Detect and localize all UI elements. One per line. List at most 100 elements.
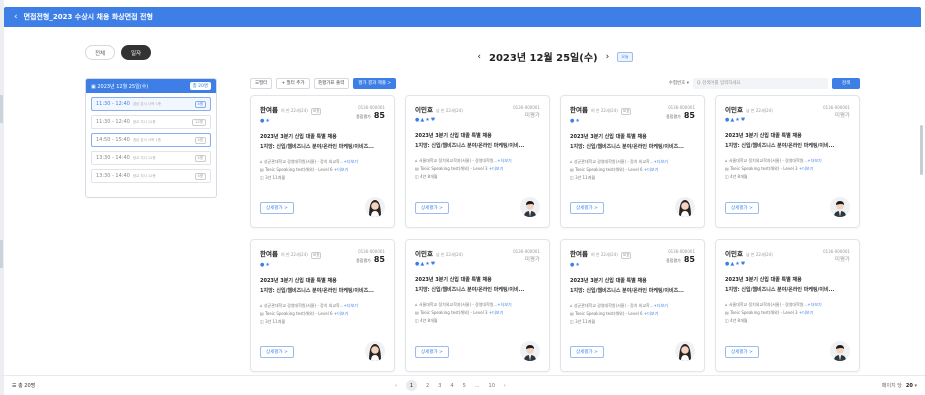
avatar bbox=[520, 341, 540, 361]
detail-eval-button[interactable]: 상세평가 > bbox=[725, 202, 759, 214]
detail-eval-button[interactable]: 상세평가 > bbox=[725, 346, 759, 358]
detail-eval-button[interactable]: 상세평가 > bbox=[570, 202, 604, 214]
today-button[interactable]: 오늘 bbox=[617, 51, 633, 62]
detail-eval-button[interactable]: 상세평가 > bbox=[415, 202, 449, 214]
school-more-link[interactable]: +더보기 bbox=[497, 302, 511, 307]
candidate-meta: 남 만 22세(24) bbox=[745, 252, 773, 257]
toeic-more-link[interactable]: +더보기 bbox=[334, 167, 348, 172]
avatar bbox=[520, 197, 540, 217]
current-date: 2023년 12월 25일(수) bbox=[489, 53, 598, 64]
candidate-meta: 남 만 22세(24) bbox=[435, 252, 463, 257]
toeic-more-link[interactable]: +더보기 bbox=[334, 311, 348, 316]
experience-text: 3년 11개월 bbox=[265, 319, 286, 324]
prev-page-button[interactable]: ‹ bbox=[395, 383, 397, 389]
school-more-link[interactable]: +더보기 bbox=[654, 159, 668, 164]
candidate-card[interactable]: 이민호 남 만 22세(24) 0136-000001 미평가 ●▲★♥ 2023… bbox=[715, 239, 860, 372]
page-title: 면접전형_2023 수상시 채용 화상면접 전형 bbox=[23, 13, 153, 21]
page-button[interactable]: 3 bbox=[438, 383, 441, 389]
view-all-button[interactable]: 전체 bbox=[85, 45, 115, 60]
toeic-more-link[interactable]: +더보기 bbox=[799, 310, 813, 315]
next-date-button[interactable]: › bbox=[606, 52, 610, 62]
candidate-badge: 모표 bbox=[310, 252, 322, 259]
candidate-info: ⌂ 서울대학교 정치외교학과(서울) - 경영대학원...+더보기 ▤ Toei… bbox=[725, 301, 850, 325]
candidate-card[interactable]: 한여름 여 만 22세(24) 모표 0136-000001 종합평가 85 ●★ 2… bbox=[250, 239, 395, 372]
add-filter-button[interactable]: + 필터 추가 bbox=[276, 77, 310, 89]
school-more-link[interactable]: +더보기 bbox=[654, 303, 668, 308]
search-input[interactable]: Q 검색어를 입력하세요 bbox=[693, 77, 828, 89]
school-more-link[interactable]: +더보기 bbox=[807, 158, 821, 163]
school-more-link[interactable]: +더보기 bbox=[807, 302, 821, 307]
prev-date-button[interactable]: ‹ bbox=[477, 52, 481, 62]
avatar bbox=[830, 341, 850, 361]
candidate-badge: 모표 bbox=[310, 108, 322, 115]
time-slot[interactable]: 11:30 - 12:40 광교 지사 12층 12명 bbox=[91, 115, 211, 129]
score-label: 종합평가 bbox=[666, 114, 681, 119]
toeic-text: Toeic Speaking test(해외) - Level 3 bbox=[730, 166, 798, 171]
time-slot[interactable]: 14:50 - 15:40 경남 본사 사옥 1층 4명 bbox=[91, 133, 211, 147]
time-slot[interactable]: 13:30 - 14:40 광교 지사 12층 4명 bbox=[91, 151, 211, 165]
next-page-button[interactable]: › bbox=[504, 383, 506, 389]
school-text: 성균관대학교 경영대학원(서울) - 정치 외교학... bbox=[263, 303, 344, 308]
search-button[interactable]: 검색 bbox=[832, 77, 860, 89]
candidate-meta: 여 만 22세(24) bbox=[590, 252, 618, 257]
per-page-select[interactable]: 20 bbox=[906, 383, 913, 389]
candidate-card[interactable]: 한여름 여 만 22세(24) 모표 0136-000001 종합평가 85 ●★ 2… bbox=[250, 95, 395, 228]
slot-count: 4명 bbox=[194, 100, 206, 108]
toeic-more-link[interactable]: +더보기 bbox=[644, 311, 658, 316]
candidate-name: 한여름 bbox=[570, 106, 588, 114]
submit-results-button[interactable]: 평가 결과 제출 > bbox=[353, 77, 397, 89]
detail-eval-button[interactable]: 상세평가 > bbox=[260, 202, 294, 214]
school-more-link[interactable]: +더보기 bbox=[344, 159, 358, 164]
candidate-card[interactable]: 이민호 남 만 22세(24) 0136-000001 미평가 ●▲★♥ 2023… bbox=[405, 95, 550, 228]
candidate-number: 0136-000001 bbox=[358, 249, 385, 254]
scrollbar[interactable] bbox=[920, 125, 923, 175]
view-daily-button[interactable]: 일자 bbox=[121, 45, 151, 60]
candidate-info: ⌂ 서울대학교 정치외교학과(서울) - 경영대학원...+더보기 ▤ Toei… bbox=[415, 157, 540, 181]
candidate-meta: 여 만 22세(24) bbox=[280, 108, 308, 113]
slot-count: 12명 bbox=[192, 118, 206, 126]
job-desc: 1지망: 신입/웹비즈니스 분야/온라인 마케팅/이비... bbox=[415, 287, 525, 293]
job-title: 2023년 3분기 신입 대졸 특별 채용 bbox=[570, 134, 647, 140]
detail-eval-button[interactable]: 상세평가 > bbox=[260, 346, 294, 358]
slot-place: 광교 지사 12층 bbox=[132, 120, 156, 124]
export-button[interactable]: ⎘ 평가표 출력 bbox=[313, 77, 350, 89]
experience-text: 3년 11개월 bbox=[265, 175, 286, 180]
candidate-meta: 여 만 22세(24) bbox=[590, 108, 618, 113]
candidate-badge: 모표 bbox=[620, 252, 632, 259]
candidate-card[interactable]: 이민호 남 만 22세(24) 0136-000001 미평가 ●▲★♥ 2023… bbox=[405, 239, 550, 372]
page-button[interactable]: 1 bbox=[406, 380, 417, 391]
page-header: ‹ 면접전형_2023 수상시 채용 화상면접 전형 bbox=[4, 7, 921, 27]
job-title: 2023년 3분기 신입 대졸 특별 채용 bbox=[415, 133, 492, 139]
toeic-more-link[interactable]: +더보기 bbox=[799, 166, 813, 171]
detail-eval-button[interactable]: 상세평가 > bbox=[415, 346, 449, 358]
job-title: 2023년 3분기 신입 대졸 특별 채용 bbox=[570, 278, 647, 284]
candidate-card[interactable]: 한여름 여 만 22세(24) 모표 0136-000001 종합평가 85 ●★ 2… bbox=[560, 95, 705, 228]
job-title: 2023년 3분기 신입 대졸 특별 채용 bbox=[260, 134, 337, 140]
job-desc: 1지망: 신입/웹비즈니스 분야/온라인 마케팅/이비... bbox=[725, 143, 835, 149]
candidate-name: 이민호 bbox=[725, 106, 743, 114]
school-more-link[interactable]: +더보기 bbox=[497, 158, 511, 163]
candidate-card[interactable]: 이민호 남 만 22세(24) 0136-000001 미평가 ●▲★♥ 2023… bbox=[715, 95, 860, 228]
toeic-more-link[interactable]: +더보기 bbox=[644, 167, 658, 172]
school-more-link[interactable]: +더보기 bbox=[344, 303, 358, 308]
candidate-card[interactable]: 한여름 여 만 22세(24) 모표 0136-000001 종합평가 85 ●★ 2… bbox=[560, 239, 705, 372]
detail-eval-button[interactable]: 상세평가 > bbox=[570, 346, 604, 358]
toeic-more-link[interactable]: +더보기 bbox=[489, 310, 503, 315]
footer: ☰ 총 20명 ‹ 1 2 3 4 5... 10 › 페이지 당 20 ▾ bbox=[0, 375, 925, 395]
page-button[interactable]: 2 bbox=[426, 383, 429, 389]
date-header: ▣ 2023년 12월 25일(수) 총 20명 bbox=[86, 79, 216, 93]
slot-count: 4명 bbox=[194, 154, 206, 162]
toeic-text: Toeic Speaking test(해외) - Level 6 bbox=[575, 167, 643, 172]
page-button[interactable]: 10 bbox=[489, 383, 495, 389]
toeic-more-link[interactable]: +더보기 bbox=[489, 166, 503, 171]
experience-text: 3년 11개월 bbox=[575, 175, 596, 180]
time-slot[interactable]: 13:30 - 14:40 광교 지사 12층 4명 bbox=[91, 169, 211, 183]
page-button[interactable]: 5 bbox=[463, 383, 466, 389]
sort-select[interactable]: 수험번호 ▾ bbox=[669, 80, 689, 86]
filter-button[interactable]: ☰ 필터 bbox=[250, 77, 273, 89]
time-slot[interactable]: 11:30 - 12:40 경남 본사 사옥 1층 4명 bbox=[91, 97, 211, 111]
page-button[interactable]: 4 bbox=[450, 383, 453, 389]
page-button[interactable]: ... bbox=[475, 383, 480, 389]
chevron-left-icon[interactable]: ‹ bbox=[14, 12, 18, 22]
score-value: 85 bbox=[683, 255, 695, 264]
